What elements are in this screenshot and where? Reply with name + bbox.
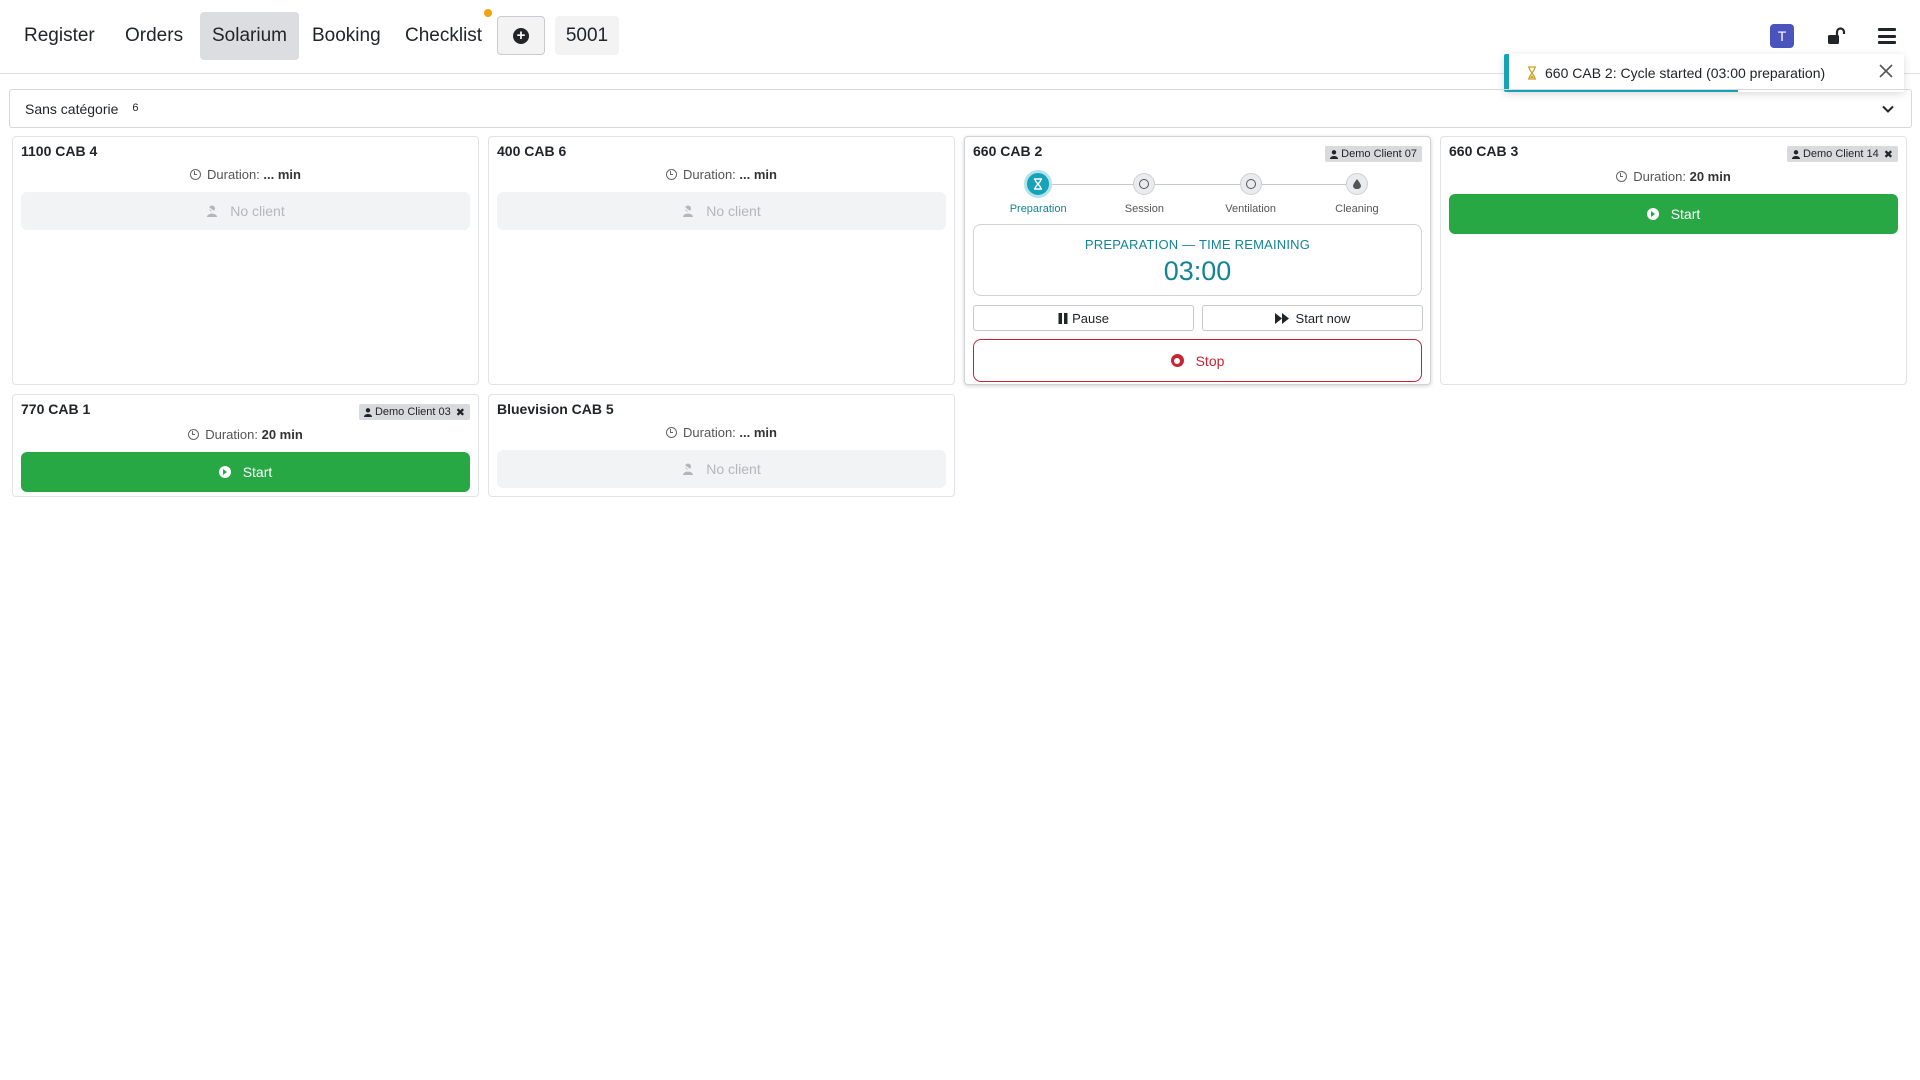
- no-client-placeholder: No client: [21, 192, 470, 230]
- clock-icon: [1616, 171, 1628, 182]
- fast-forward-icon: [1274, 312, 1289, 324]
- play-circle-icon: [1646, 208, 1659, 220]
- droplet-icon: [1352, 179, 1361, 189]
- user-icon: [1330, 149, 1339, 159]
- circle-icon: [1245, 179, 1256, 189]
- category-name: Sans catégorie: [25, 100, 119, 117]
- cabin-name: Bluevision CAB 5: [497, 401, 614, 417]
- timer-label: PREPARATION — TIME REMAINING: [1084, 237, 1311, 252]
- plus-circle-icon: +: [513, 27, 529, 44]
- start-button[interactable]: Start: [21, 452, 470, 492]
- user-slash-icon: [682, 205, 697, 217]
- tab-solarium[interactable]: Solarium: [200, 12, 299, 60]
- cabin-name: 660 CAB 2: [973, 143, 1043, 159]
- remove-client-icon[interactable]: ✖: [1884, 148, 1893, 161]
- category-count: 6: [132, 101, 139, 114]
- cycle-stepper: Preparation Session Ventilation Cleaning: [985, 169, 1410, 219]
- user-slash-icon: [206, 205, 221, 217]
- step-ventilation: Ventilation: [1196, 169, 1306, 215]
- step-preparation: Preparation: [983, 169, 1093, 215]
- tab-register[interactable]: Register: [12, 12, 107, 60]
- duration-info: Duration: 20 min: [13, 427, 478, 442]
- hourglass-icon: [1528, 66, 1536, 80]
- cabin-name: 660 CAB 3: [1449, 143, 1519, 159]
- step-session: Session: [1089, 169, 1199, 215]
- user-icon: [1791, 149, 1800, 159]
- checklist-notification-dot: [484, 9, 492, 17]
- chevron-down-icon[interactable]: [1881, 102, 1895, 116]
- tab-orders[interactable]: Orders: [113, 12, 195, 60]
- toast-message: 660 CAB 2: Cycle started (03:00 preparat…: [1545, 65, 1826, 81]
- cabin-card: 1100 CAB 4 Duration: ... min No client: [12, 136, 479, 385]
- clock-icon: [666, 427, 678, 438]
- start-button[interactable]: Start: [1449, 194, 1898, 234]
- unlock-icon[interactable]: [1826, 26, 1846, 46]
- stop-circle-icon: [1170, 354, 1184, 367]
- client-badge: Demo Client 03 ✖: [358, 404, 470, 420]
- pause-button[interactable]: Pause: [973, 305, 1194, 331]
- tab-checklist[interactable]: Checklist: [393, 12, 494, 60]
- duration-info: Duration: ... min: [13, 167, 478, 182]
- timer-value: 03:00: [1163, 256, 1232, 286]
- toast-notification: 660 CAB 2: Cycle started (03:00 preparat…: [1504, 54, 1904, 92]
- client-badge: Demo Client 07: [1325, 146, 1422, 162]
- circle-icon: [1139, 179, 1150, 189]
- user-slash-icon: [682, 463, 697, 475]
- tab-booking[interactable]: Booking: [300, 12, 393, 60]
- start-now-button[interactable]: Start now: [1202, 305, 1423, 331]
- category-header[interactable]: Sans catégorie 6: [9, 89, 1912, 128]
- cabin-card: Bluevision CAB 5 Duration: ... min No cl…: [488, 394, 955, 497]
- clock-icon: [190, 169, 202, 180]
- cabin-card-active: 660 CAB 2 Demo Client 07 Preparation Ses…: [964, 136, 1431, 385]
- pause-icon: [1058, 312, 1068, 324]
- stop-button[interactable]: Stop: [973, 339, 1422, 382]
- close-icon[interactable]: [1878, 63, 1894, 79]
- client-badge: Demo Client 14 ✖: [1786, 146, 1898, 162]
- clock-icon: [666, 169, 678, 180]
- user-avatar[interactable]: T: [1770, 24, 1794, 48]
- cabin-name: 400 CAB 6: [497, 143, 567, 159]
- cabin-card: 660 CAB 3 Demo Client 14 ✖ Duration: 20 …: [1440, 136, 1907, 385]
- clock-icon: [188, 429, 200, 440]
- step-cleaning: Cleaning: [1302, 169, 1412, 215]
- register-number[interactable]: 5001: [555, 16, 619, 55]
- cabin-name: 1100 CAB 4: [21, 143, 98, 159]
- duration-info: Duration: ... min: [489, 167, 954, 182]
- hourglass-icon: [1034, 178, 1043, 190]
- no-client-placeholder: No client: [497, 450, 946, 488]
- duration-info: Duration: ... min: [489, 425, 954, 440]
- cabin-name: 770 CAB 1: [21, 401, 91, 417]
- duration-info: Duration: 20 min: [1441, 169, 1906, 184]
- hamburger-menu-icon[interactable]: [1878, 28, 1896, 44]
- cabin-card: 770 CAB 1 Demo Client 03 ✖ Duration: 20 …: [12, 394, 479, 497]
- timer-panel: PREPARATION — TIME REMAINING 03:00: [973, 224, 1422, 296]
- user-icon: [363, 407, 372, 417]
- play-circle-icon: [218, 466, 231, 478]
- cabin-card: 400 CAB 6 Duration: ... min No client: [488, 136, 955, 385]
- add-button[interactable]: +: [497, 16, 545, 55]
- no-client-placeholder: No client: [497, 192, 946, 230]
- remove-client-icon[interactable]: ✖: [456, 406, 465, 419]
